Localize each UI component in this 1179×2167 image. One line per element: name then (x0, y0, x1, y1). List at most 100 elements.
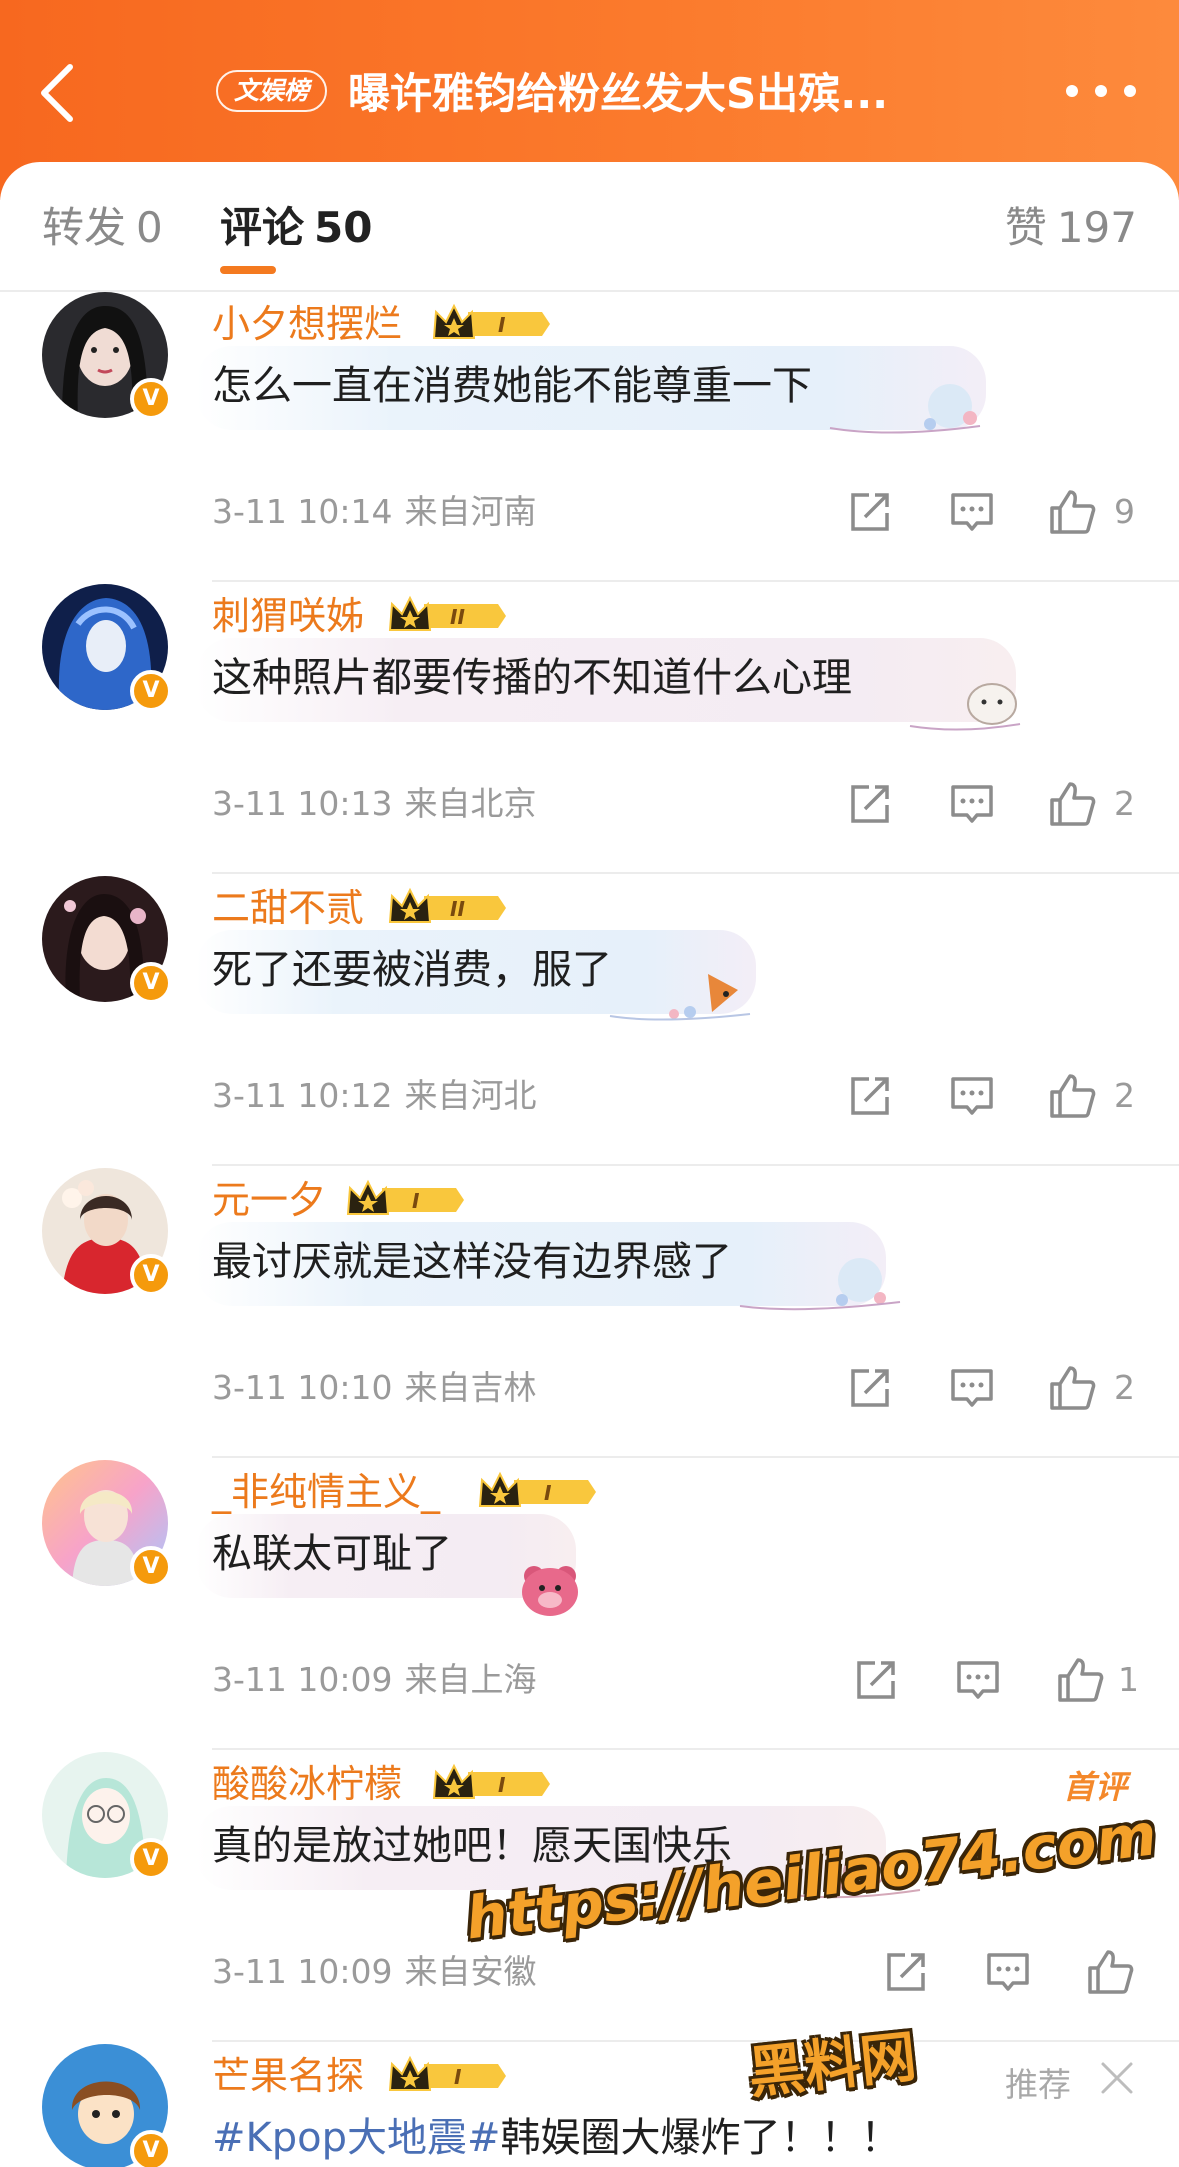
reply-icon (951, 493, 993, 531)
level-label: II (450, 897, 465, 921)
tab-likes-label: 赞 (1004, 203, 1047, 252)
tab-likes[interactable]: 赞 197 (1005, 200, 1137, 256)
tab-repost-count: 0 (136, 203, 163, 252)
avatar[interactable]: V (42, 1460, 172, 1588)
like-button[interactable] (1046, 778, 1098, 830)
level-label: I (454, 2065, 462, 2089)
comment-item[interactable]: V 刺猬咲姊 II 这种照片都要传播的不知道什么心理 3-11 10:13 来自北… (0, 582, 1179, 874)
level-label: I (498, 1773, 506, 1797)
first-comment-badge: 首评 (1062, 1768, 1127, 1806)
tab-comment[interactable]: 评论 50 (220, 200, 372, 256)
comment-username[interactable]: 刺猬咲姊 (212, 592, 364, 640)
crown-icon: II (388, 595, 506, 631)
reply-icon (957, 1661, 999, 1699)
comment-location: 来自吉林 (404, 1368, 537, 1407)
verified-v-icon: V (130, 1546, 172, 1588)
like-button[interactable] (1054, 1654, 1106, 1706)
comment-time: 3-11 10:09 (212, 1952, 393, 1991)
comment-time: 3-11 10:14 (212, 492, 393, 531)
topic-hashtag-link[interactable]: #Kpop大地震# (212, 2115, 501, 2161)
like-count: 2 (1114, 1076, 1135, 1115)
share-icon (851, 1077, 889, 1115)
share-button[interactable] (844, 1070, 896, 1122)
comment-username[interactable]: 芒果名探 (212, 2052, 364, 2100)
avatar[interactable]: V (42, 292, 172, 420)
crown-icon: II (388, 887, 506, 923)
comment-meta: 3-11 10:14 来自河南 (212, 490, 537, 534)
comment-meta: 3-11 10:09 来自上海 (212, 1658, 537, 1702)
hot-list-tag[interactable]: 文娱榜 (216, 70, 328, 112)
share-button[interactable] (844, 778, 896, 830)
page-title: 曝许雅钧给粉丝发大S出殡... (348, 69, 889, 118)
comment-username[interactable]: 小夕想摆烂 (212, 300, 402, 348)
like-count: 2 (1114, 784, 1135, 823)
like-button[interactable] (1046, 1070, 1098, 1122)
reply-button[interactable] (946, 1070, 998, 1122)
dismiss-button[interactable] (1097, 2058, 1137, 2098)
share-icon (887, 1953, 925, 1991)
comment-meta: 3-11 10:13 来自北京 (212, 782, 537, 826)
share-icon (857, 1661, 895, 1699)
comment-username[interactable]: 酸酸冰柠檬 (212, 1760, 402, 1808)
comment-location: 来自上海 (404, 1660, 537, 1699)
more-button[interactable] (1066, 76, 1136, 106)
avatar[interactable]: V (42, 2044, 172, 2167)
tab-active-indicator (220, 266, 276, 274)
reply-button[interactable] (982, 1946, 1034, 1998)
like-button[interactable] (1046, 486, 1098, 538)
like-button[interactable] (1084, 1946, 1136, 1998)
tab-repost-label: 转发 (42, 203, 127, 252)
like-count: 9 (1114, 492, 1135, 531)
avatar[interactable]: V (42, 584, 172, 712)
comment-time: 3-11 10:09 (212, 1660, 393, 1699)
comment-time: 3-11 10:13 (212, 784, 393, 823)
comment-time: 3-11 10:12 (212, 1076, 393, 1115)
back-arrow-icon (41, 64, 73, 122)
thumbs-up-icon (1050, 1074, 1096, 1118)
avatar[interactable]: V (42, 876, 172, 1004)
tab-comment-label: 评论 (220, 203, 305, 252)
comment-item[interactable]: V 二甜不贰 II 死了还要被消费，服了 3-11 10:12 来自河北 2 (0, 874, 1179, 1166)
comment-location: 来自河北 (404, 1076, 537, 1115)
comment-item[interactable]: V 元一夕 I 最讨厌就是这样没有边界感了 3-11 10:10 来自吉林 2 (0, 1166, 1179, 1458)
crown-icon: I (432, 303, 550, 339)
share-button[interactable] (880, 1946, 932, 1998)
comment-username[interactable]: 二甜不贰 (212, 884, 364, 932)
reply-icon (951, 785, 993, 823)
reply-button[interactable] (946, 486, 998, 538)
comment-item[interactable]: V _非纯情主义_ I 私联太可耻了 3-11 10:09 来自上海 1 (0, 1458, 1179, 1750)
reply-button[interactable] (946, 778, 998, 830)
recommended-tag: 推荐 (1005, 2065, 1071, 2104)
avatar[interactable]: V (42, 1168, 172, 1296)
like-button[interactable] (1046, 1362, 1098, 1414)
comment-item[interactable]: V 芒果名探 I 推荐 #Kpop大地震#韩娱圈大爆炸了！！！ (0, 2042, 1179, 2167)
reply-button[interactable] (946, 1362, 998, 1414)
tab-comment-count: 50 (314, 203, 373, 252)
screen: 文娱榜 曝许雅钧给粉丝发大S出殡... 转发 0 评论 50 赞 197 V 小… (0, 0, 1179, 2167)
share-icon (851, 1369, 889, 1407)
thumbs-up-icon (1088, 1950, 1134, 1994)
share-icon (851, 785, 889, 823)
thumbs-up-icon (1050, 490, 1096, 534)
share-button[interactable] (844, 486, 896, 538)
comment-username[interactable]: _非纯情主义_ (212, 1468, 440, 1516)
share-button[interactable] (844, 1362, 896, 1414)
avatar[interactable]: V (42, 1752, 172, 1880)
comment-text: 最讨厌就是这样没有边界感了 (212, 1239, 732, 1285)
like-count: 1 (1118, 1660, 1139, 1699)
tab-repost[interactable]: 转发 0 (42, 200, 163, 256)
comment-text: 私联太可耻了 (212, 1531, 452, 1577)
comment-username[interactable]: 元一夕 (212, 1176, 326, 1224)
comment-text: #Kpop大地震#韩娱圈大爆炸了！！！ (212, 2106, 901, 2167)
bubble-flower-decoration (739, 1258, 901, 1311)
share-icon (851, 493, 889, 531)
verified-v-icon: V (130, 962, 172, 1004)
share-button[interactable] (850, 1654, 902, 1706)
level-label: I (412, 1189, 420, 1213)
verified-v-icon: V (130, 670, 172, 712)
back-button[interactable] (28, 58, 84, 128)
level-label: II (450, 605, 465, 629)
comment-location: 来自北京 (404, 784, 537, 823)
reply-button[interactable] (952, 1654, 1004, 1706)
comment-item[interactable]: V 小夕想摆烂 I 怎么一直在消费她能不能尊重一下 3-11 10:14 来自河南… (0, 290, 1179, 582)
